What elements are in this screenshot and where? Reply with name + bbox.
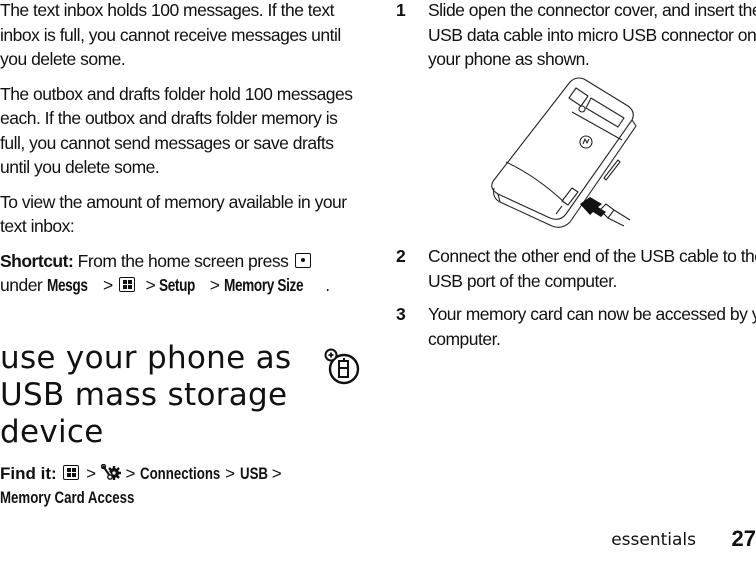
separator: > bbox=[271, 464, 282, 483]
shortcut-text: From the home screen press bbox=[77, 250, 289, 271]
separator: > bbox=[145, 275, 156, 295]
separator: > bbox=[86, 464, 97, 483]
shortcut-instruction: Shortcut: From the home screen press und… bbox=[0, 249, 362, 298]
page-number: 27 bbox=[731, 526, 756, 551]
separator: > bbox=[102, 275, 113, 295]
separator: > bbox=[209, 275, 220, 295]
separator: > bbox=[225, 464, 236, 483]
step-item: 2 Connect the other end of the USB cable… bbox=[396, 244, 756, 293]
menu-path-mesgs: Mesgs bbox=[46, 275, 88, 295]
menu-path-setup: Setup bbox=[159, 275, 196, 295]
step-number: 1 bbox=[396, 0, 406, 20]
footer-section-name: essentials bbox=[611, 530, 696, 550]
step-text: Connect the other end of the USB cable t… bbox=[428, 246, 756, 291]
step-text: Slide open the connector cover, and inse… bbox=[428, 0, 756, 69]
paragraph-inbox-capacity: The text inbox holds 100 messages. If th… bbox=[0, 0, 341, 69]
network-feature-phone-icon bbox=[324, 348, 360, 385]
step-item: 1 Slide open the connector cover, and in… bbox=[396, 0, 756, 72]
paragraph-outbox-capacity: The outbox and drafts folder hold 100 me… bbox=[0, 83, 353, 178]
menu-path-memory-card-access: Memory Card Access bbox=[0, 488, 135, 507]
center-select-key-icon bbox=[294, 252, 311, 268]
menu-key-icon bbox=[119, 277, 136, 292]
find-it-path: Find it: > > Connections > USB > Memory Ca… bbox=[0, 462, 362, 510]
paragraph-view-memory: To view the amount of memory available i… bbox=[0, 191, 347, 237]
find-it-label: Find it: bbox=[0, 464, 57, 483]
section-title: use your phone as USB mass storage devic… bbox=[0, 340, 292, 450]
page-footer: essentials 27 bbox=[536, 524, 756, 564]
settings-wrench-gear-icon bbox=[100, 463, 121, 480]
menu-path-memory-size: Memory Size bbox=[223, 275, 304, 295]
menu-path-connections: Connections bbox=[140, 464, 221, 483]
menu-path-usb: USB bbox=[239, 464, 268, 483]
step-text: Your memory card can now be accessed by … bbox=[428, 304, 756, 349]
menu-key-icon bbox=[63, 465, 80, 480]
separator: > bbox=[125, 464, 136, 483]
shortcut-label: Shortcut: bbox=[0, 250, 74, 271]
phone-usb-connection-illustration bbox=[491, 77, 637, 228]
shortcut-under: under bbox=[0, 275, 43, 295]
step-number: 3 bbox=[396, 304, 406, 324]
step-item: 3 Your memory card can now be accessed b… bbox=[396, 302, 756, 351]
step-number: 2 bbox=[396, 246, 406, 266]
